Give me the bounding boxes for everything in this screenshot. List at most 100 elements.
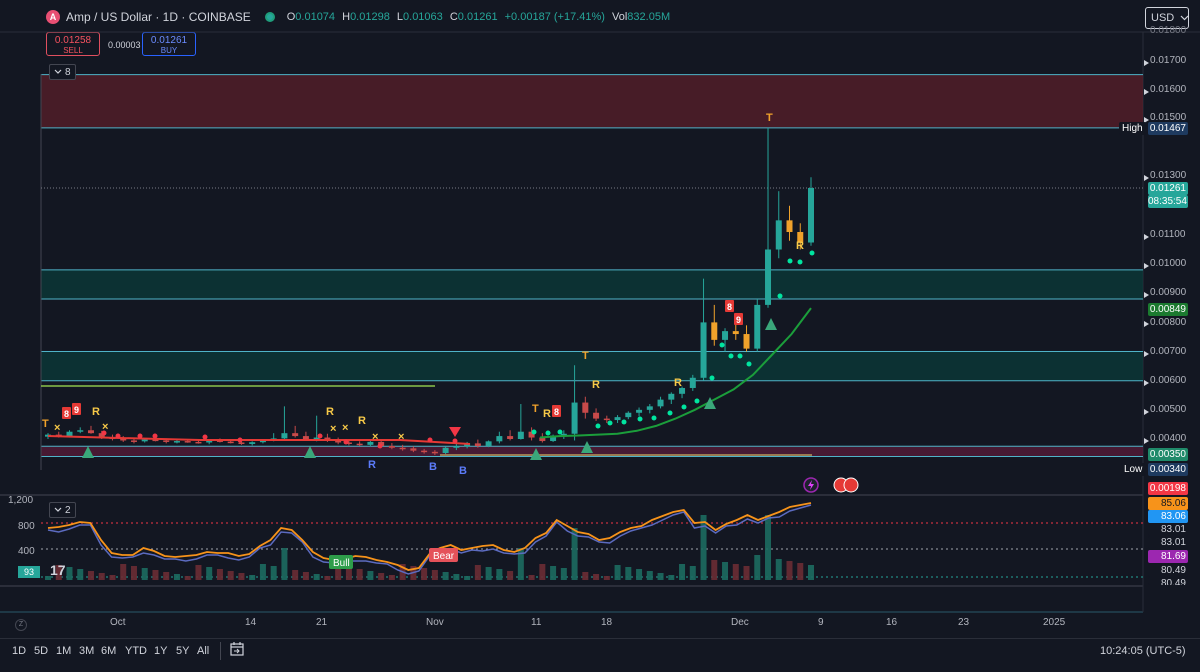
ohlc-value: 0.01298 [350,11,390,23]
range-1y-button[interactable]: 1Y [154,645,167,657]
volume-bar [45,576,51,580]
red-trend-line [47,435,471,445]
stop-dot [531,429,537,435]
scale-tick-mark [1144,292,1149,298]
chart-header: A Amp / US Dollar · 1D · COINBASE O0.010… [0,0,1200,32]
down-triangle [449,427,461,437]
candle-body [55,434,62,437]
zoom-icon[interactable]: Z [15,619,27,631]
stop-dot [202,434,208,440]
indicators-toggle[interactable]: 8 [49,64,76,80]
buy-button[interactable]: 0.01261 BUY [142,32,196,56]
scale-tick-mark [1144,89,1149,95]
volume-bar [98,573,105,580]
candle-body [98,433,105,438]
candle-body [324,437,331,441]
volume-bar [775,559,782,580]
marker-x: × [330,423,336,435]
marker-r: R [543,408,551,420]
range-1d-button[interactable]: 1D [12,645,26,657]
stop-dot [728,353,734,359]
candle-body [539,437,546,442]
range-1m-button[interactable]: 1M [56,645,71,657]
osc-orange-line [47,502,812,571]
candle-body [775,220,782,250]
price-chart[interactable]: TTTTRR RRRRRR B B8 9 889× × × ×× × BullBear17 [0,0,1200,671]
osc-blue-line [47,504,812,575]
volume-bar [765,515,772,580]
stop-dot [746,361,752,367]
price-tick: 0.00600 [1150,375,1187,386]
goto-date-icon[interactable] [229,641,245,657]
up-triangle [581,441,593,453]
volume-bar [152,570,159,580]
stop-dot [787,258,793,264]
marker-t: T [532,403,539,415]
range-5y-button[interactable]: 5Y [176,645,189,657]
candle-body [485,441,492,446]
candle-body [550,435,557,442]
candle-body [507,436,514,439]
range-ytd-button[interactable]: YTD [125,645,147,657]
symbol-legend[interactable]: A Amp / US Dollar · 1D · COINBASE O0.010… [46,10,674,24]
volume-bar [560,568,567,580]
candle-body [410,448,417,451]
volume-bar [614,565,621,580]
candle-body [130,440,137,442]
time-tick: 11 [531,617,542,628]
volume-bar [797,563,804,580]
candle-body [657,399,664,407]
range-3m-button[interactable]: 3M [79,645,94,657]
candle-body [356,443,363,446]
candle-body [668,393,675,400]
up-triangle [704,397,716,409]
volume-bar [195,565,202,580]
candle-body [141,439,148,442]
volume-bar [55,565,62,580]
lightning-glyph [808,480,814,490]
candle-body [582,402,589,413]
marker-x: × [102,421,108,433]
osc-left-tick: 1,200 [8,495,34,506]
scale-tick-mark [1144,321,1149,327]
tradingview-logo-icon: 17 [50,562,66,578]
range-all-button[interactable]: All [197,645,209,657]
symbol-title[interactable]: Amp / US Dollar · 1D · COINBASE [66,10,251,24]
clock-timezone[interactable]: 10:24:05 (UTC-5) [1100,645,1186,657]
marker-x: × [372,431,378,443]
marker-r: R [92,406,100,418]
toolbar-divider [220,642,221,660]
price-zone [41,269,1143,300]
sell-button[interactable]: 0.01258 SELL [46,32,100,56]
last-price: 0.01261 [1148,182,1188,195]
volume-bar [539,564,546,580]
volume-bar [722,562,729,580]
candle-body [646,406,653,410]
candle-body [227,441,234,444]
volume-bar [87,571,94,580]
osc-value: 80.49 [1148,577,1188,585]
high-label: High [1119,122,1146,135]
osc-left-tick: 800 [18,521,35,532]
buy-label: BUY [160,46,178,55]
range-6m-button[interactable]: 6M [101,645,116,657]
price-tick: 0.01300 [1150,170,1187,181]
osc-indicators-toggle[interactable]: 2 [49,502,76,518]
chart-grid [0,31,1200,613]
stop-dot [809,250,815,256]
market-open-icon [264,12,275,22]
volume-bar [431,570,438,580]
marker-8-box [552,405,561,417]
time-tick: 18 [601,617,613,628]
marker-t: T [766,112,773,124]
candle-body [66,431,73,437]
volume-bar [743,566,750,580]
price-tick: 0.01700 [1150,55,1187,66]
marker-8-box [725,300,734,312]
range-5d-button[interactable]: 5D [34,645,48,657]
candle-body [431,451,438,454]
candle-body [517,431,524,439]
time-tick: 9 [818,617,824,628]
volume-bar [184,576,191,580]
volume-bar [130,566,137,580]
